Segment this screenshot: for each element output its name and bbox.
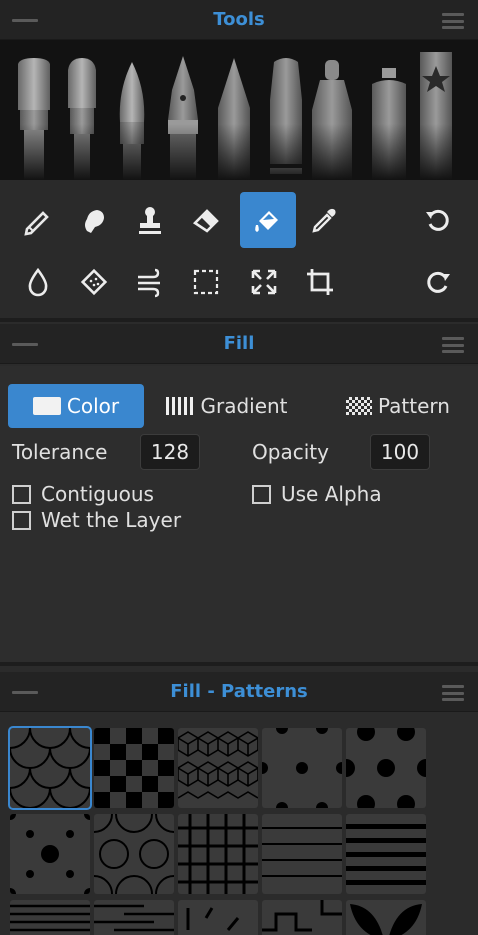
patterns-panel-title: Fill - Patterns bbox=[170, 681, 308, 702]
pattern-horizontal-lines[interactable] bbox=[262, 814, 342, 894]
contiguous-label: Contiguous bbox=[41, 482, 154, 506]
wet-layer-checkbox[interactable] bbox=[12, 510, 31, 530]
undo-icon[interactable] bbox=[410, 192, 466, 248]
color-swatch-icon bbox=[32, 397, 61, 415]
pattern-dots-large[interactable] bbox=[346, 728, 426, 808]
tab-color-label: Color bbox=[66, 394, 120, 418]
smudge-tool-icon[interactable] bbox=[66, 192, 122, 248]
contiguous-checkbox[interactable] bbox=[12, 484, 31, 504]
pattern-leaves[interactable] bbox=[346, 900, 426, 935]
redo-icon[interactable] bbox=[410, 254, 466, 310]
tab-pattern[interactable]: Pattern bbox=[326, 384, 470, 428]
pattern-bricks-lines[interactable] bbox=[94, 900, 174, 935]
selection-tool-icon[interactable] bbox=[178, 254, 234, 310]
pattern-checker[interactable] bbox=[94, 728, 174, 808]
opacity-input[interactable]: 100 bbox=[370, 434, 430, 470]
tolerance-label: Tolerance bbox=[12, 440, 108, 464]
pattern-maze[interactable] bbox=[262, 900, 342, 935]
fill-panel-header: Fill bbox=[0, 324, 478, 364]
use-alpha-checkbox[interactable] bbox=[252, 484, 271, 504]
wet-layer-option[interactable]: Wet the Layer bbox=[12, 508, 181, 532]
fill-mode-tabs: Color Gradient Pattern bbox=[8, 384, 470, 428]
pattern-scales[interactable] bbox=[8, 726, 92, 810]
patterns-panel-header: Fill - Patterns bbox=[0, 672, 478, 712]
pattern-dots-small[interactable] bbox=[262, 728, 342, 808]
contiguous-option[interactable]: Contiguous bbox=[12, 482, 154, 506]
use-alpha-label: Use Alpha bbox=[281, 482, 382, 506]
eraser-tool-icon[interactable] bbox=[178, 192, 234, 248]
tools-panel-header: Tools bbox=[0, 0, 478, 40]
panel-menu-icon[interactable] bbox=[442, 337, 464, 353]
opacity-label: Opacity bbox=[252, 440, 329, 464]
fill-panel-title: Fill bbox=[223, 333, 255, 354]
blow-tool-icon[interactable] bbox=[122, 254, 178, 310]
tolerance-input[interactable]: 128 bbox=[140, 434, 200, 470]
patterns-grid bbox=[0, 718, 478, 935]
pattern-circles-rings[interactable] bbox=[94, 814, 174, 894]
panel-menu-icon[interactable] bbox=[442, 13, 464, 29]
fill-bucket-tool-icon[interactable] bbox=[240, 192, 296, 248]
pattern-thick-lines[interactable] bbox=[346, 814, 426, 894]
eyedropper-tool-icon[interactable] bbox=[296, 192, 352, 248]
gradient-icon bbox=[166, 397, 195, 415]
pattern-polka-dots[interactable] bbox=[10, 814, 90, 894]
tab-gradient[interactable]: Gradient bbox=[158, 384, 296, 428]
wet-layer-label: Wet the Layer bbox=[41, 508, 182, 532]
use-alpha-option[interactable]: Use Alpha bbox=[252, 482, 382, 506]
tool-grid bbox=[0, 180, 478, 318]
transform-tool-icon[interactable] bbox=[236, 254, 292, 310]
panel-separator bbox=[0, 318, 478, 322]
water-drop-tool-icon[interactable] bbox=[10, 254, 66, 310]
stamp-tool-icon[interactable] bbox=[122, 192, 178, 248]
panel-separator bbox=[0, 662, 478, 666]
pencil-tool-icon[interactable] bbox=[10, 192, 66, 248]
tab-pattern-label: Pattern bbox=[378, 394, 450, 418]
brush-strip bbox=[0, 40, 478, 180]
pattern-grid[interactable] bbox=[178, 814, 258, 894]
pattern-cubes[interactable] bbox=[178, 728, 258, 808]
crop-tool-icon[interactable] bbox=[292, 254, 348, 310]
tools-panel-title: Tools bbox=[213, 9, 265, 30]
panel-menu-icon[interactable] bbox=[442, 685, 464, 701]
tab-color[interactable]: Color bbox=[8, 384, 144, 428]
pattern-icon bbox=[346, 397, 373, 415]
pattern-dashes[interactable] bbox=[178, 900, 258, 935]
pattern-stripes[interactable] bbox=[10, 900, 90, 935]
tab-gradient-label: Gradient bbox=[200, 394, 288, 418]
texture-tool-icon[interactable] bbox=[66, 254, 122, 310]
